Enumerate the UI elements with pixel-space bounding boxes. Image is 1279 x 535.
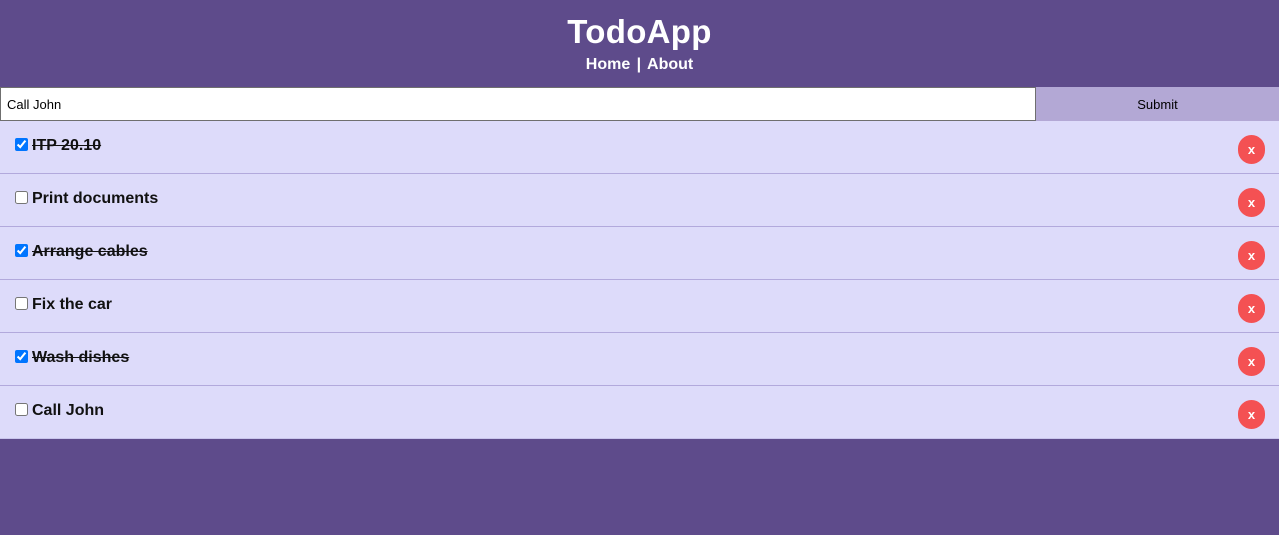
todo-text: Call John — [32, 402, 105, 419]
todo-checkbox[interactable] — [15, 349, 28, 363]
add-todo-form: Submit — [0, 87, 1279, 121]
nav-bar: Home | About — [0, 54, 1279, 76]
todo-checkbox[interactable] — [15, 402, 28, 416]
nav-about-link[interactable]: About — [647, 56, 693, 73]
submit-button[interactable]: Submit — [1036, 87, 1279, 121]
app-header: TodoApp Home | About — [0, 0, 1279, 87]
todo-text: Print documents — [32, 190, 159, 207]
todo-checkbox[interactable] — [15, 243, 28, 257]
todo-list: ITP 20.10 x Print documents x Arrange ca… — [0, 121, 1279, 439]
delete-todo-button[interactable]: x — [1238, 347, 1265, 376]
todo-checkbox[interactable] — [15, 190, 28, 204]
delete-todo-button[interactable]: x — [1238, 294, 1265, 323]
todo-input[interactable] — [0, 87, 1036, 121]
todo-text: Fix the car — [32, 296, 113, 313]
todo-item: Fix the car x — [0, 280, 1279, 333]
todo-text: Wash dishes — [32, 349, 130, 366]
todo-checkbox[interactable] — [15, 296, 28, 310]
nav-home-link[interactable]: Home — [586, 56, 630, 73]
nav-separator: | — [636, 56, 642, 73]
delete-todo-button[interactable]: x — [1238, 188, 1265, 217]
delete-todo-button[interactable]: x — [1238, 241, 1265, 270]
app-title: TodoApp — [567, 13, 712, 50]
delete-todo-button[interactable]: x — [1238, 135, 1265, 164]
todo-item: Call John x — [0, 386, 1279, 439]
todo-item: Wash dishes x — [0, 333, 1279, 386]
todo-item: Print documents x — [0, 174, 1279, 227]
todo-item: ITP 20.10 x — [0, 121, 1279, 174]
todo-text: Arrange cables — [32, 243, 148, 260]
todo-checkbox[interactable] — [15, 137, 28, 151]
todo-text: ITP 20.10 — [32, 137, 102, 154]
todo-item: Arrange cables x — [0, 227, 1279, 280]
delete-todo-button[interactable]: x — [1238, 400, 1265, 429]
todo-app: TodoApp Home | About Submit ITP 20.10 x … — [0, 0, 1279, 535]
